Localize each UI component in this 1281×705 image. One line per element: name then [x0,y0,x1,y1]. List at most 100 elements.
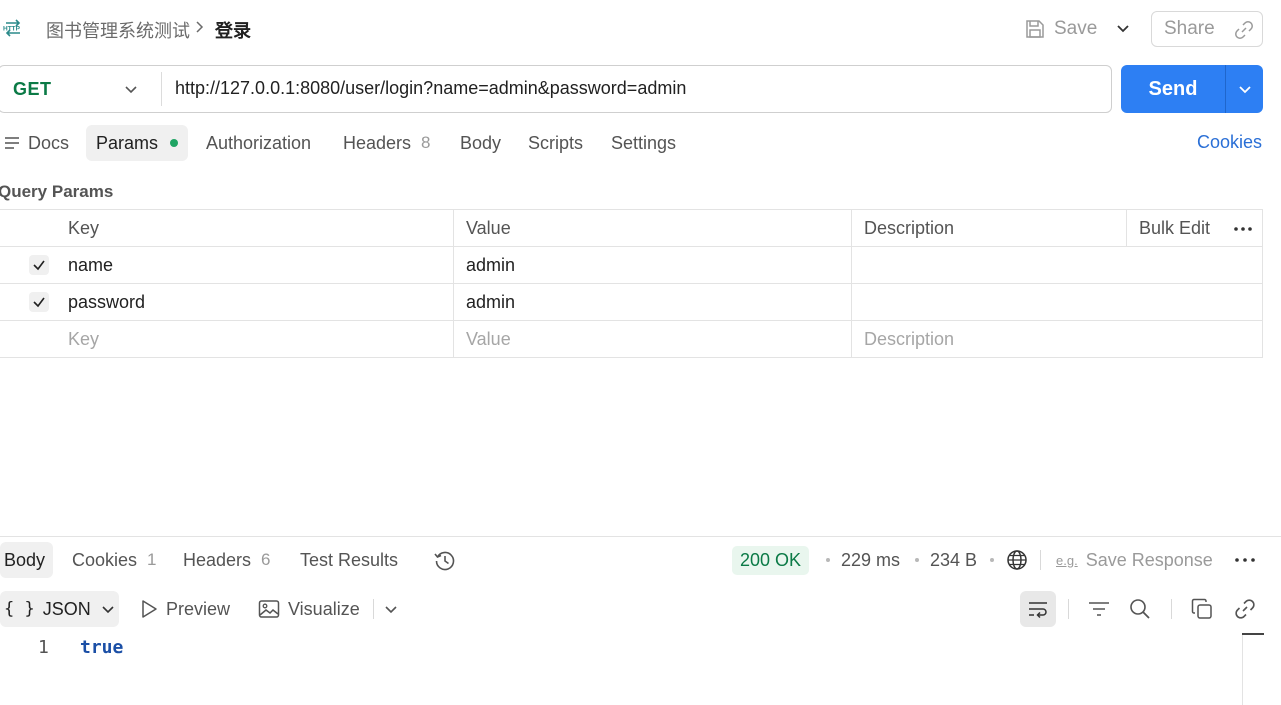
tab-settings-label: Settings [611,132,677,153]
svg-text:HTTP: HTTP [3,26,21,33]
tab-authorization-label: Authorization [206,132,312,153]
scrollbar-track[interactable] [1242,633,1243,705]
param-value-input[interactable]: admin [466,247,515,283]
share-link-button[interactable] [1227,591,1263,627]
format-label: JSON [42,598,91,619]
save-response-label: Save Response [1085,549,1213,570]
save-response-button[interactable]: e.g. Save Response [1056,542,1213,578]
visualize-label: Visualize [288,598,360,619]
tab-headers-label: Headers [343,132,412,153]
tab-params[interactable]: Params [86,125,189,161]
response-size[interactable]: 234 B [930,542,977,578]
new-value-input[interactable]: Value [466,321,511,357]
headers-count: 8 [421,133,431,152]
divider [1040,550,1041,570]
divider [373,599,374,619]
bulk-edit-button[interactable]: Bulk Edit [1139,210,1210,246]
save-button[interactable]: Save [1024,12,1097,46]
response-time[interactable]: 229 ms [841,542,900,578]
cookies-count: 1 [147,550,157,569]
response-tab-cookies[interactable]: Cookies 1 [72,542,157,578]
response-tabs: Body Cookies 1 Headers 6 Test Results 20… [0,542,1281,578]
new-key-input[interactable]: Key [68,321,99,357]
wrap-lines-button[interactable] [1020,591,1056,627]
format-select[interactable]: { } JSON [0,591,119,627]
history-icon[interactable] [433,549,457,573]
new-description-input[interactable]: Description [864,321,954,357]
breadcrumb-parent[interactable]: 图书管理系统测试 [46,17,190,43]
search-button[interactable] [1122,591,1158,627]
response-tab-test-results[interactable]: Test Results [300,542,398,578]
response-tab-body-label: Body [4,549,46,570]
response-tab-headers-label: Headers [183,549,252,570]
filter-button[interactable] [1081,591,1117,627]
example-icon: e.g. [1056,552,1078,568]
method-select[interactable]: GET [13,79,52,100]
checkmark-icon [33,297,45,308]
http-request-icon: HTTP [3,19,21,37]
url-input[interactable]: http://127.0.0.1:8080/user/login?name=ad… [175,78,686,99]
separator-dot [990,558,994,562]
chevron-right-icon [196,21,204,33]
docs-icon [5,137,19,149]
top-bar: HTTP 图书管理系统测试 登录 Save Share [0,0,1281,58]
response-tab-test-results-label: Test Results [300,549,399,570]
param-key-input[interactable]: name [68,247,113,283]
response-tab-headers[interactable]: Headers 6 [183,542,271,578]
separator-dot [915,558,919,562]
tab-docs-label: Docs [28,132,70,153]
cookies-link[interactable]: Cookies [1197,132,1262,153]
tab-headers[interactable]: Headers 8 [343,125,431,161]
send-button[interactable]: Send [1121,65,1225,113]
save-label: Save [1054,18,1098,39]
response-tab-body[interactable]: Body [0,542,54,578]
chevron-down-icon[interactable] [1235,79,1255,99]
tab-scripts[interactable]: Scripts [528,125,583,161]
response-toolbar: { } JSON Preview Visualize [0,591,1281,627]
request-url-bar: GET http://127.0.0.1:8080/user/login?nam… [0,65,1112,113]
more-options-icon[interactable] [1234,550,1256,570]
more-options-icon[interactable] [1233,219,1253,239]
divider [1171,599,1172,619]
column-header-description: Description [864,217,955,238]
share-label: Share [1164,18,1215,39]
line-number: 1 [38,637,49,658]
scrollbar-thumb[interactable] [1242,633,1264,635]
row-checkbox[interactable] [29,292,49,312]
status-badge[interactable]: 200 OK [732,546,810,575]
divider [1225,65,1226,113]
response-divider[interactable] [0,536,1281,537]
chevron-down-icon[interactable] [1113,18,1133,38]
table-row-new: Key Value Description [0,321,1263,358]
tab-docs[interactable]: Docs [4,125,69,161]
globe-icon[interactable] [1006,549,1028,571]
response-body-viewer[interactable]: 1 true [0,633,1281,705]
copy-icon [1191,598,1212,619]
param-value-input[interactable]: admin [466,284,515,320]
query-params-title: Query Params [0,182,114,201]
divider [1068,599,1069,619]
table-row: name admin [0,247,1263,284]
active-indicator-dot [170,139,179,147]
row-checkbox[interactable] [29,255,49,275]
tab-body-label: Body [460,132,502,153]
request-tabs: Docs Params Authorization Headers 8 Body… [0,125,1281,163]
tab-params-label: Params [96,132,159,153]
copy-button[interactable] [1184,591,1220,627]
tab-body[interactable]: Body [460,125,501,161]
chevron-down-icon[interactable] [123,80,139,98]
tab-settings[interactable]: Settings [611,125,676,161]
preview-button[interactable]: Preview [140,591,230,627]
search-icon [1130,599,1150,619]
share-button[interactable]: Share [1151,11,1263,47]
param-key-input[interactable]: password [68,284,145,320]
response-tab-cookies-label: Cookies [72,549,138,570]
wrap-lines-icon [1029,602,1047,619]
column-header-key: Key [68,217,100,238]
response-value: true [80,637,124,658]
chevron-down-icon[interactable] [383,602,399,618]
tab-authorization[interactable]: Authorization [206,125,311,161]
divider [161,72,162,106]
column-divider [1126,210,1127,246]
visualize-button[interactable]: Visualize [258,591,360,627]
